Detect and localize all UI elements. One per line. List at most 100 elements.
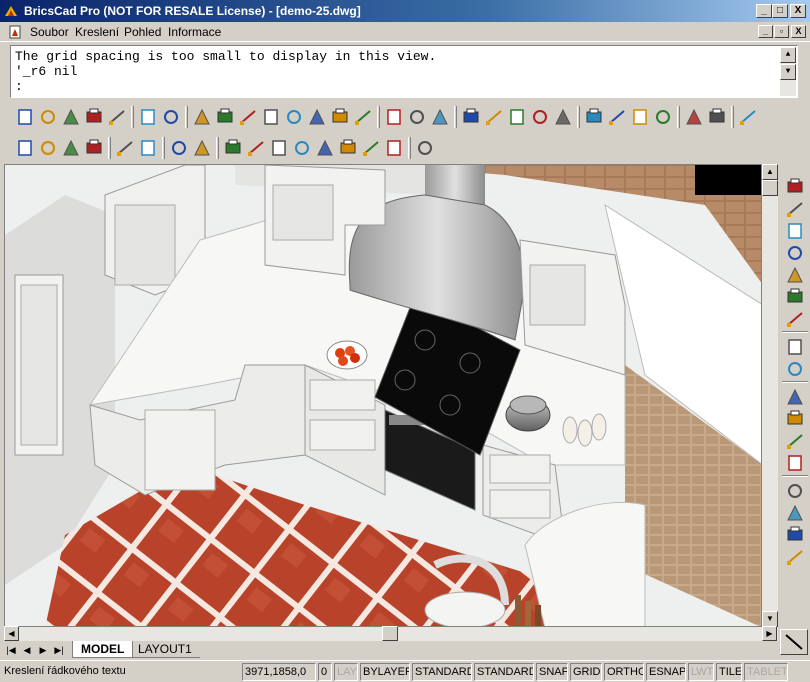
view-iso-se-button[interactable]	[784, 502, 806, 524]
layer-prev-button[interactable]	[237, 106, 259, 128]
measure-button[interactable]	[460, 106, 482, 128]
scroll-thumb[interactable]	[762, 180, 778, 196]
view-front-button[interactable]	[784, 386, 806, 408]
view-iso-ne-button[interactable]	[784, 524, 806, 546]
edit-button[interactable]	[168, 137, 190, 159]
view-back-button[interactable]	[784, 452, 806, 474]
minimize-button[interactable]: _	[756, 4, 772, 18]
grid-toggle[interactable]: GRID	[570, 663, 602, 681]
tablet-toggle[interactable]: TABLET	[744, 663, 788, 681]
menu-pohled[interactable]: Pohled	[124, 25, 161, 39]
scroll-right-icon[interactable]: ▶	[762, 626, 777, 641]
arc-button[interactable]	[629, 106, 651, 128]
pencil-button[interactable]	[583, 106, 605, 128]
viewport-horizontal-scrollbar[interactable]: ◀ ▶	[4, 626, 778, 641]
ucs-view-button[interactable]	[83, 137, 105, 159]
viewport-vertical-scrollbar[interactable]: ▲ ▼	[762, 164, 778, 627]
text-button[interactable]	[683, 106, 705, 128]
snap-button[interactable]	[137, 137, 159, 159]
doc-restore-button[interactable]: ▫	[774, 25, 789, 38]
dim-angular-button[interactable]	[268, 137, 290, 159]
status-layer[interactable]: LAY	[334, 663, 358, 681]
open-folder-button[interactable]	[60, 106, 82, 128]
dim-linear-button[interactable]	[222, 137, 244, 159]
view-right-button[interactable]	[784, 430, 806, 452]
first-tab-icon[interactable]: |◀	[6, 643, 16, 657]
zoom-extents-button[interactable]	[784, 264, 806, 286]
dim-continue-button[interactable]	[314, 137, 336, 159]
zoom-out-button[interactable]	[784, 242, 806, 264]
command-prompt[interactable]: :	[15, 79, 793, 94]
layer-lock-button[interactable]	[352, 106, 374, 128]
circle-button[interactable]	[652, 106, 674, 128]
properties-button[interactable]	[160, 106, 182, 128]
explode-button[interactable]	[506, 106, 528, 128]
layer-iso-button[interactable]	[283, 106, 305, 128]
status-dimstyle[interactable]: STANDARD	[474, 663, 534, 681]
drawing-viewport[interactable]	[4, 164, 762, 627]
mirror-button[interactable]	[114, 137, 136, 159]
layer-off-button[interactable]	[306, 106, 328, 128]
scroll-thumb[interactable]	[382, 626, 398, 641]
zoom-window-button[interactable]	[784, 176, 806, 198]
status-textstyle[interactable]: STANDARD	[412, 663, 472, 681]
layer-button[interactable]	[191, 106, 213, 128]
zoom-realtime-button[interactable]	[784, 198, 806, 220]
copy-objects-button[interactable]	[406, 106, 428, 128]
new-button[interactable]	[14, 106, 36, 128]
esnap-toggle[interactable]: ESNAP	[646, 663, 686, 681]
status-linetype[interactable]: BYLAYER	[360, 663, 410, 681]
next-tab-icon[interactable]: ▶	[38, 643, 48, 657]
prev-tab-icon[interactable]: ◀	[22, 643, 32, 657]
lwt-toggle[interactable]: LWT	[688, 663, 714, 681]
delete-button[interactable]	[191, 137, 213, 159]
list-button[interactable]	[429, 106, 451, 128]
view-left-button[interactable]	[784, 408, 806, 430]
zoom-previous-button[interactable]	[784, 286, 806, 308]
maximize-button[interactable]: □	[772, 4, 788, 18]
open-button[interactable]	[37, 106, 59, 128]
command-scrollbar[interactable]: ▲ ▼	[780, 47, 796, 96]
scroll-up-icon[interactable]: ▲	[780, 47, 796, 63]
view-iso-sw-button[interactable]	[784, 480, 806, 502]
ucs-object-button[interactable]	[37, 137, 59, 159]
tab-layout1[interactable]: LAYOUT1	[130, 641, 200, 658]
text-style-button[interactable]	[706, 106, 728, 128]
tab-model[interactable]: MODEL	[72, 641, 134, 658]
dim-ordinate-button[interactable]	[337, 137, 359, 159]
view-iso-nw-button[interactable]	[784, 546, 806, 568]
menu-informace[interactable]: Informace	[168, 25, 221, 39]
window-button[interactable]	[737, 106, 759, 128]
copy-layers-button[interactable]	[383, 106, 405, 128]
print-button[interactable]	[106, 106, 128, 128]
zoom-in-button[interactable]	[784, 220, 806, 242]
ortho-toggle[interactable]: ORTHO	[604, 663, 644, 681]
design-center-button[interactable]	[552, 106, 574, 128]
scroll-down-icon[interactable]: ▼	[762, 611, 778, 627]
tile-toggle[interactable]: TILE	[716, 663, 742, 681]
layer-freeze-button[interactable]	[329, 106, 351, 128]
close-button[interactable]: X	[790, 4, 806, 18]
view-top-button[interactable]	[784, 336, 806, 358]
ucs-button[interactable]	[14, 137, 36, 159]
snap-toggle[interactable]: SNAP	[536, 663, 568, 681]
last-tab-icon[interactable]: ▶|	[54, 643, 64, 657]
dim-aligned-button[interactable]	[245, 137, 267, 159]
lock-button[interactable]	[137, 106, 159, 128]
document-icon[interactable]	[8, 25, 22, 39]
ucs-face-button[interactable]	[60, 137, 82, 159]
dim-baseline-button[interactable]	[291, 137, 313, 159]
line-button[interactable]	[606, 106, 628, 128]
scroll-up-icon[interactable]: ▲	[762, 164, 778, 180]
layer-state-button[interactable]	[214, 106, 236, 128]
pan-button[interactable]	[784, 308, 806, 330]
dim-radius-button[interactable]	[360, 137, 382, 159]
scroll-left-icon[interactable]: ◀	[4, 626, 19, 641]
purge-button[interactable]	[529, 106, 551, 128]
scroll-down-icon[interactable]: ▼	[780, 64, 796, 80]
view-named-button[interactable]	[784, 358, 806, 380]
save-button[interactable]	[83, 106, 105, 128]
menu-soubor[interactable]: Soubor	[30, 25, 69, 39]
align-button[interactable]	[483, 106, 505, 128]
command-history[interactable]: The grid spacing is too small to display…	[10, 45, 798, 98]
